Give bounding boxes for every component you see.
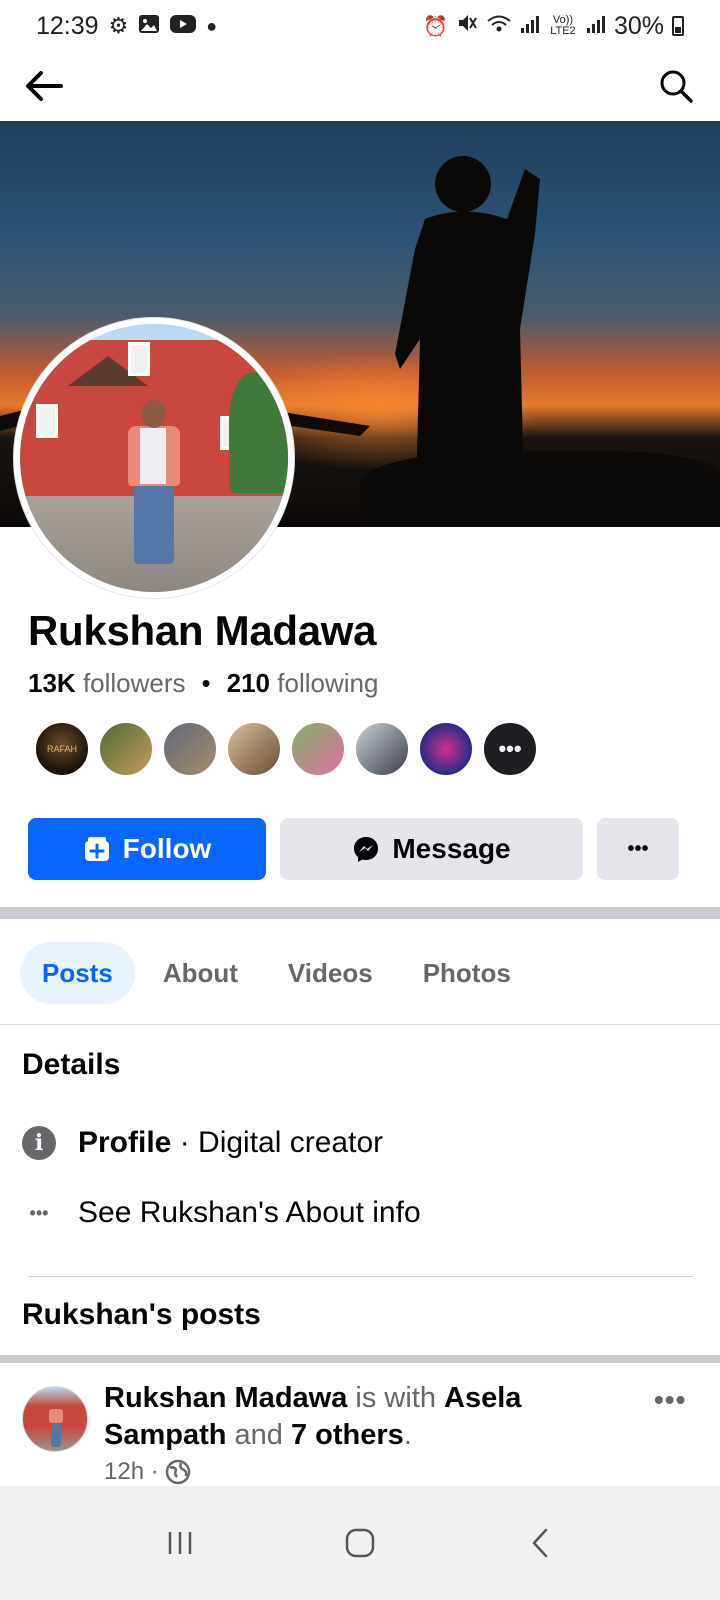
cover-silhouette xyxy=(395,156,540,527)
info-icon: i xyxy=(22,1126,56,1160)
recent-apps-button[interactable] xyxy=(150,1513,210,1573)
message-label: Message xyxy=(392,833,511,864)
tabs-divider xyxy=(0,1024,720,1025)
status-bar-right: ⏰ Vo)) LTE2 30% xyxy=(423,12,684,41)
alarm-icon: ⏰ xyxy=(423,15,448,38)
mutual-avatar[interactable] xyxy=(418,721,474,777)
mutual-avatar[interactable]: RAFAH xyxy=(34,721,90,777)
posts-divider xyxy=(0,1355,720,1363)
separator-dot: • xyxy=(201,668,211,698)
profile-name: Rukshan Madawa xyxy=(28,607,377,654)
back-arrow-icon[interactable] xyxy=(22,64,66,108)
messenger-icon xyxy=(354,837,379,862)
follow-label: Follow xyxy=(122,833,212,864)
detail-profile-row: i Profile · Digital creator xyxy=(22,1126,383,1160)
details-title: Details xyxy=(22,1048,121,1081)
post-more-button[interactable]: ••• xyxy=(654,1384,686,1416)
follow-button[interactable]: Follow xyxy=(28,818,266,880)
wifi-icon xyxy=(486,12,512,41)
post-time[interactable]: 12h · xyxy=(104,1458,159,1486)
posts-title: Rukshan's posts xyxy=(22,1298,261,1331)
gear-icon: ⚙ xyxy=(108,13,129,38)
youtube-icon xyxy=(170,12,197,41)
top-nav xyxy=(0,52,720,120)
post-author-avatar[interactable] xyxy=(22,1386,88,1452)
mutual-avatar[interactable] xyxy=(98,721,154,777)
detail-profile-text: Profile · Digital creator xyxy=(78,1126,384,1159)
mute-icon xyxy=(456,12,478,41)
tab-photos[interactable]: Photos xyxy=(401,942,533,1004)
back-button[interactable] xyxy=(510,1513,570,1573)
battery-text: 30% xyxy=(613,11,664,40)
follow-stats: 13K followers • 210 following xyxy=(28,668,378,699)
post-meta: 12h · xyxy=(104,1458,191,1486)
mutual-avatar[interactable] xyxy=(290,721,346,777)
dots-icon: ••• xyxy=(29,1202,49,1223)
tab-posts[interactable]: Posts xyxy=(20,942,135,1004)
signal-icon xyxy=(586,12,606,41)
home-button[interactable] xyxy=(330,1513,390,1573)
profile-avatar[interactable] xyxy=(14,318,294,598)
section-divider xyxy=(0,907,720,919)
globe-icon xyxy=(165,1459,190,1485)
tab-videos[interactable]: Videos xyxy=(266,942,395,1004)
see-about-link[interactable]: See Rukshan's About info xyxy=(78,1196,421,1230)
mutual-avatar[interactable] xyxy=(354,721,410,777)
following-link[interactable]: 210 following xyxy=(227,668,379,699)
dot-icon: ● xyxy=(206,15,218,36)
details-divider xyxy=(28,1276,693,1277)
follow-icon xyxy=(84,837,109,861)
mutual-avatar[interactable] xyxy=(162,721,218,777)
status-bar-left: 12:39 ⚙ ● xyxy=(36,12,217,41)
post-tagged-others[interactable]: 7 others xyxy=(291,1419,404,1451)
clock: 12:39 xyxy=(36,11,99,40)
mutual-avatar[interactable] xyxy=(226,721,282,777)
followers-link[interactable]: 13K followers xyxy=(28,668,186,699)
search-icon[interactable] xyxy=(654,64,698,108)
tab-about[interactable]: About xyxy=(141,942,260,1004)
more-mutuals-button[interactable]: ••• xyxy=(482,721,538,777)
see-about-row[interactable]: ••• See Rukshan's About info xyxy=(22,1196,421,1230)
post-author-name[interactable]: Rukshan Madawa xyxy=(104,1382,347,1414)
battery-icon xyxy=(672,16,684,36)
post-header: Rukshan Madawa is with Asela Sampath and… xyxy=(104,1382,522,1451)
volte-icon: Vo)) LTE2 xyxy=(550,14,576,37)
gallery-icon xyxy=(138,12,160,41)
profile-actions: Follow Message ••• xyxy=(28,818,693,880)
status-bar: 12:39 ⚙ ● ⏰ Vo)) LTE2 30% xyxy=(0,0,720,52)
more-options-button[interactable]: ••• xyxy=(597,818,679,880)
profile-tabs: Posts About Videos Photos xyxy=(20,942,533,1004)
message-button[interactable]: Message xyxy=(280,818,583,880)
signal-icon xyxy=(520,12,540,41)
system-nav-bar xyxy=(0,1486,720,1600)
mutual-avatars: RAFAH ••• xyxy=(34,721,538,777)
